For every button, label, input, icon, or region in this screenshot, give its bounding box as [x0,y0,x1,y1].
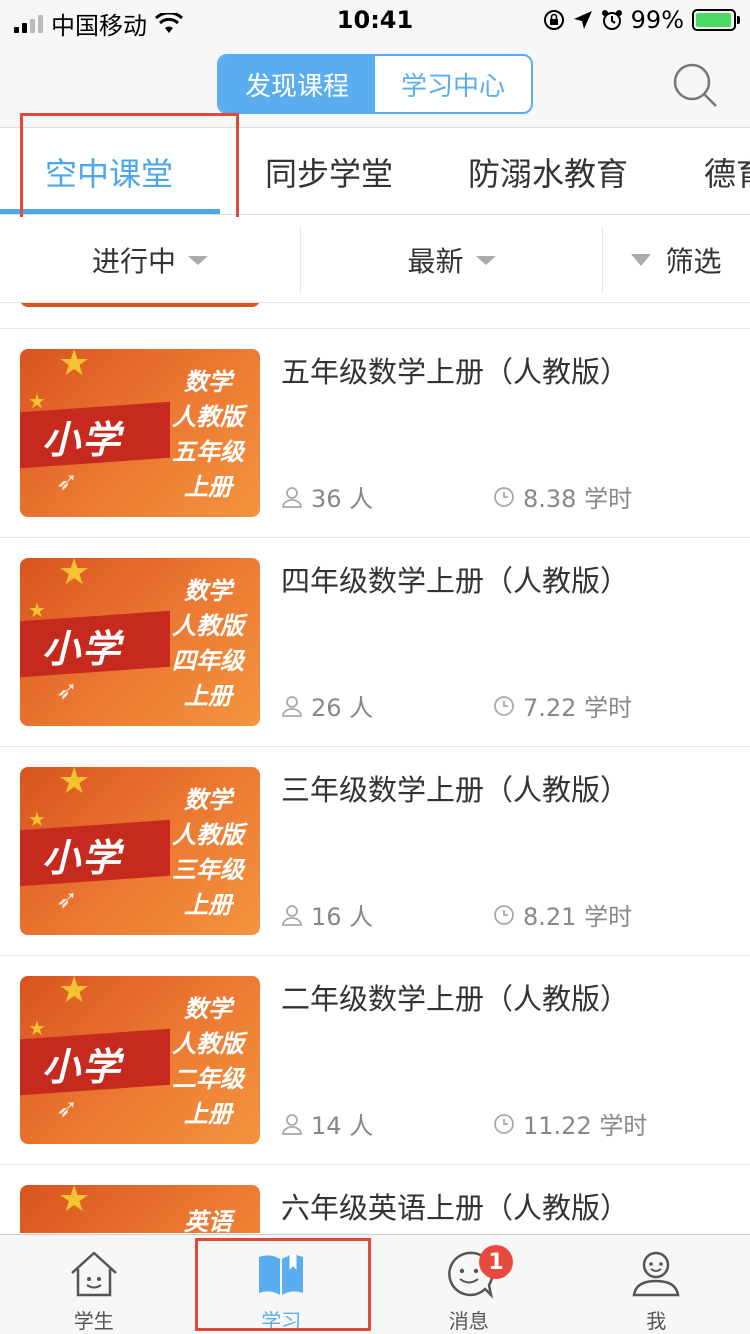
thumb-badge: 小学 [42,1045,123,1089]
nav-messages-label: 消息 [448,1309,489,1333]
filter-sort[interactable]: 最新 [301,217,602,303]
nav-student[interactable]: 学生 [0,1235,188,1334]
person-icon [282,486,302,508]
alarm-icon [601,10,622,30]
filter-status[interactable]: 进行中 [0,217,300,303]
highlight-box-tab [20,113,239,229]
course-title: 四年级数学上册（人教版） [281,564,630,598]
chevron-down-icon [475,255,496,265]
thumb-badge: 小学 [42,418,123,462]
status-right: 99% [543,6,740,34]
segmented-control: 发现课程 学习中心 [217,54,533,114]
bird-icon: ➶ [56,676,78,706]
search-icon[interactable] [670,60,720,110]
tab-drowning-prevention[interactable]: 防溺水教育 [468,149,628,195]
filter-screen[interactable]: 筛选 [603,217,750,303]
list-item-partial [0,303,750,329]
nav-me[interactable]: 我 [563,1235,750,1334]
study-hours: 11.22 学时 [493,1106,647,1141]
filter-sort-label: 最新 [407,245,464,278]
person-icon [282,904,302,926]
course-item[interactable]: ★ ★ 小学 数学 人教版 二年级 上册 ➶ 二年级数学上册（人教版） 14 人 1… [0,956,750,1165]
course-thumbnail-partial [20,303,260,307]
star-icon: ★ [58,349,91,384]
course-list[interactable]: ★ ★ 小学 数学 人教版 五年级 上册 ➶ 五年级数学上册（人教版） 36 人 8… [0,303,750,1233]
course-title: 六年级英语上册（人教版） [281,1191,630,1225]
study-hours: 8.38 学时 [493,479,632,514]
nav-me-label: 我 [646,1309,667,1333]
clock-icon [494,1113,514,1134]
filter-bar: 进行中 最新 筛选 [0,217,750,303]
nav-student-label: 学生 [73,1309,114,1333]
thumb-text: 数学 人教版 四年级 上册 [172,577,244,710]
bird-icon: ➶ [56,1094,78,1124]
highlight-box-nav [195,1238,371,1331]
segment-discover-courses[interactable]: 发现课程 [219,56,375,112]
person-icon [632,1251,680,1297]
thumb-text: 数学 人教版 五年级 上册 [172,368,244,501]
rotation-lock-icon [543,10,564,30]
filter-screen-label: 筛选 [665,245,722,278]
clock-icon [494,695,514,716]
tab-sync-classroom[interactable]: 同步学堂 [265,149,393,195]
chevron-down-icon [188,255,208,265]
bottom-nav: 学生 学习 1 消息 我 [0,1234,750,1334]
course-thumbnail: ★ ★ 小学 数学 人教版 二年级 上册 ➶ [20,976,260,1144]
course-item[interactable]: ★ ★ 小学 数学 人教版 四年级 上册 ➶ 四年级数学上册（人教版） 26 人 7… [0,538,750,747]
star-icon: ★ [58,558,91,593]
thumb-badge: 小学 [42,627,123,671]
course-item[interactable]: ★ ★ 小学 数学 人教版 五年级 上册 ➶ 五年级数学上册（人教版） 36 人 8… [0,329,750,538]
battery-percent: 99% [630,6,684,34]
location-arrow-icon [573,11,592,29]
learners: 16 人 [281,897,373,932]
battery-icon [692,9,740,31]
tab-moral-education[interactable]: 德育 [704,149,750,195]
star-icon: ★ [58,1185,91,1220]
thumb-text: 英语 [184,1208,232,1233]
bird-icon: ➶ [56,885,78,915]
study-hours: 8.21 学时 [493,897,632,932]
course-title: 二年级数学上册（人教版） [281,982,630,1016]
course-title: 五年级数学上册（人教版） [281,355,630,389]
house-icon [70,1251,117,1297]
learners: 14 人 [281,1106,373,1141]
status-bar: 中国移动 10:41 99% [0,0,750,40]
learners: 36 人 [281,479,373,514]
clock-icon [494,904,514,925]
course-thumbnail: ★ ★ 小学 数学 人教版 四年级 上册 ➶ [20,558,260,726]
course-title: 三年级数学上册（人教版） [281,773,630,807]
thumb-text: 数学 人教版 二年级 上册 [172,995,244,1128]
course-item[interactable]: ★ ★ 小学 数学 人教版 三年级 上册 ➶ 三年级数学上册（人教版） 16 人 8… [0,747,750,956]
segment-learning-center[interactable]: 学习中心 [375,56,531,112]
course-thumbnail: ★ 英语 [20,1185,260,1233]
star-icon: ★ [58,767,91,802]
thumb-text: 数学 人教版 三年级 上册 [172,786,244,919]
course-thumbnail: ★ ★ 小学 数学 人教版 三年级 上册 ➶ [20,767,260,935]
learners: 26 人 [281,688,373,723]
clock-icon [494,486,514,507]
bird-icon: ➶ [56,467,78,497]
funnel-icon [631,254,652,266]
person-icon [282,1113,302,1135]
course-item[interactable]: ★ 英语 六年级英语上册（人教版） [0,1165,750,1233]
star-icon: ★ [58,976,91,1011]
thumb-badge: 小学 [42,836,123,880]
nav-messages[interactable]: 1 消息 [375,1235,563,1334]
study-hours: 7.22 学时 [493,688,632,723]
person-icon [282,695,302,717]
unread-badge: 1 [479,1245,513,1279]
course-thumbnail: ★ ★ 小学 数学 人教版 五年级 上册 ➶ [20,349,260,517]
filter-status-label: 进行中 [91,245,176,278]
